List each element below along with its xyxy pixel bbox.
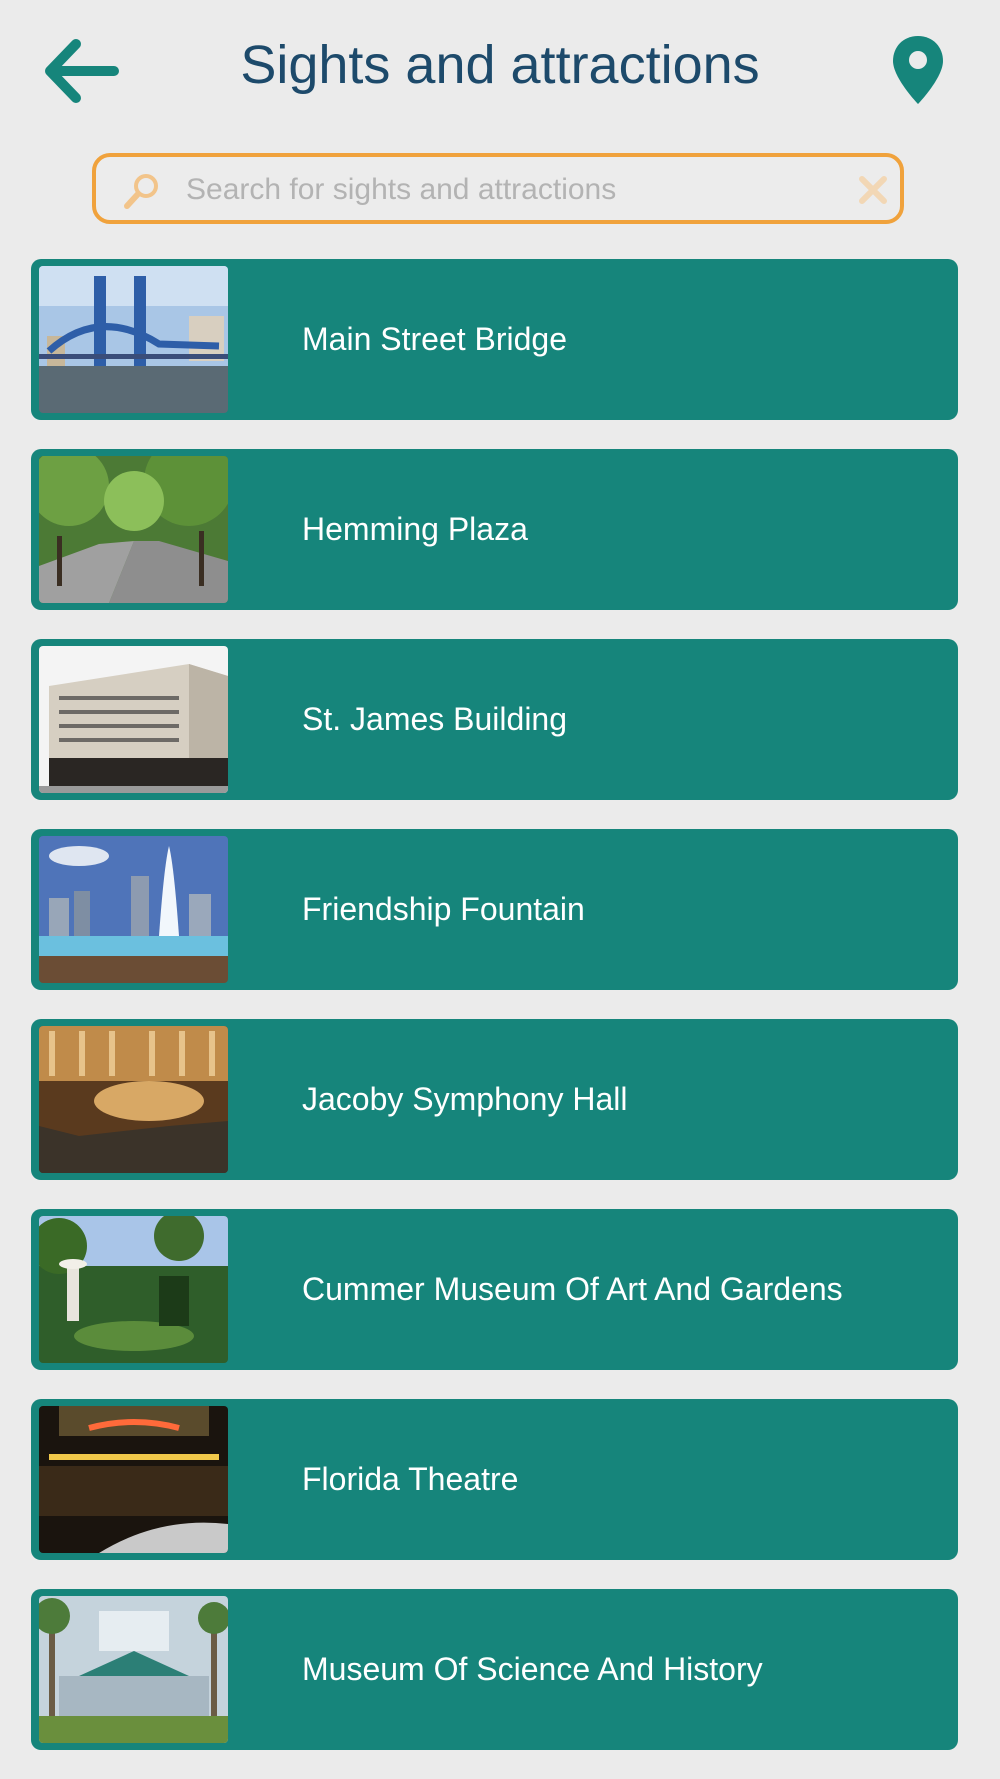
attraction-photo-plaza bbox=[39, 456, 228, 603]
item-label: Jacoby Symphony Hall bbox=[302, 1081, 628, 1117]
list-item-florida-theatre[interactable]: Florida Theatre bbox=[31, 1399, 958, 1560]
header-bar: Sights and attractions bbox=[0, 0, 1000, 135]
list-item-hemming-plaza[interactable]: Hemming Plaza bbox=[31, 449, 958, 610]
arrow-left-icon bbox=[45, 39, 119, 103]
list-item-jacoby-symphony-hall[interactable]: Jacoby Symphony Hall bbox=[31, 1019, 958, 1180]
close-icon[interactable] bbox=[856, 173, 890, 207]
item-label: Friendship Fountain bbox=[302, 891, 585, 927]
attractions-list: Main Street Bridge Hemming Plaza St. Jam… bbox=[31, 259, 958, 1779]
list-item-cummer-museum[interactable]: Cummer Museum Of Art And Gardens bbox=[31, 1209, 958, 1370]
attraction-photo-museum-gardens bbox=[39, 1216, 228, 1363]
list-item-main-street-bridge[interactable]: Main Street Bridge bbox=[31, 259, 958, 420]
attraction-photo-symphony-hall bbox=[39, 1026, 228, 1173]
item-label: Museum Of Science And History bbox=[302, 1651, 763, 1687]
item-label: Hemming Plaza bbox=[302, 511, 528, 547]
item-label: Cummer Museum Of Art And Gardens bbox=[302, 1271, 843, 1307]
attraction-photo-building bbox=[39, 646, 228, 793]
attraction-photo-fountain bbox=[39, 836, 228, 983]
list-item-friendship-fountain[interactable]: Friendship Fountain bbox=[31, 829, 958, 990]
item-label: Main Street Bridge bbox=[302, 321, 568, 357]
back-button[interactable] bbox=[42, 36, 120, 106]
list-item-mosh[interactable]: Museum Of Science And History bbox=[31, 1589, 958, 1750]
page-title: Sights and attractions bbox=[240, 35, 760, 95]
list-item-st-james-building[interactable]: St. James Building bbox=[31, 639, 958, 800]
attraction-photo-science-museum bbox=[39, 1596, 228, 1743]
item-label: St. James Building bbox=[302, 701, 568, 737]
search-input[interactable] bbox=[184, 163, 838, 217]
item-label: Florida Theatre bbox=[302, 1461, 519, 1497]
attraction-photo-theatre bbox=[39, 1406, 228, 1553]
search-bar bbox=[92, 153, 904, 224]
magnifier-icon bbox=[124, 174, 158, 209]
attraction-photo-bridge bbox=[39, 266, 228, 413]
map-pin-icon bbox=[893, 36, 943, 104]
location-button[interactable] bbox=[890, 34, 946, 106]
